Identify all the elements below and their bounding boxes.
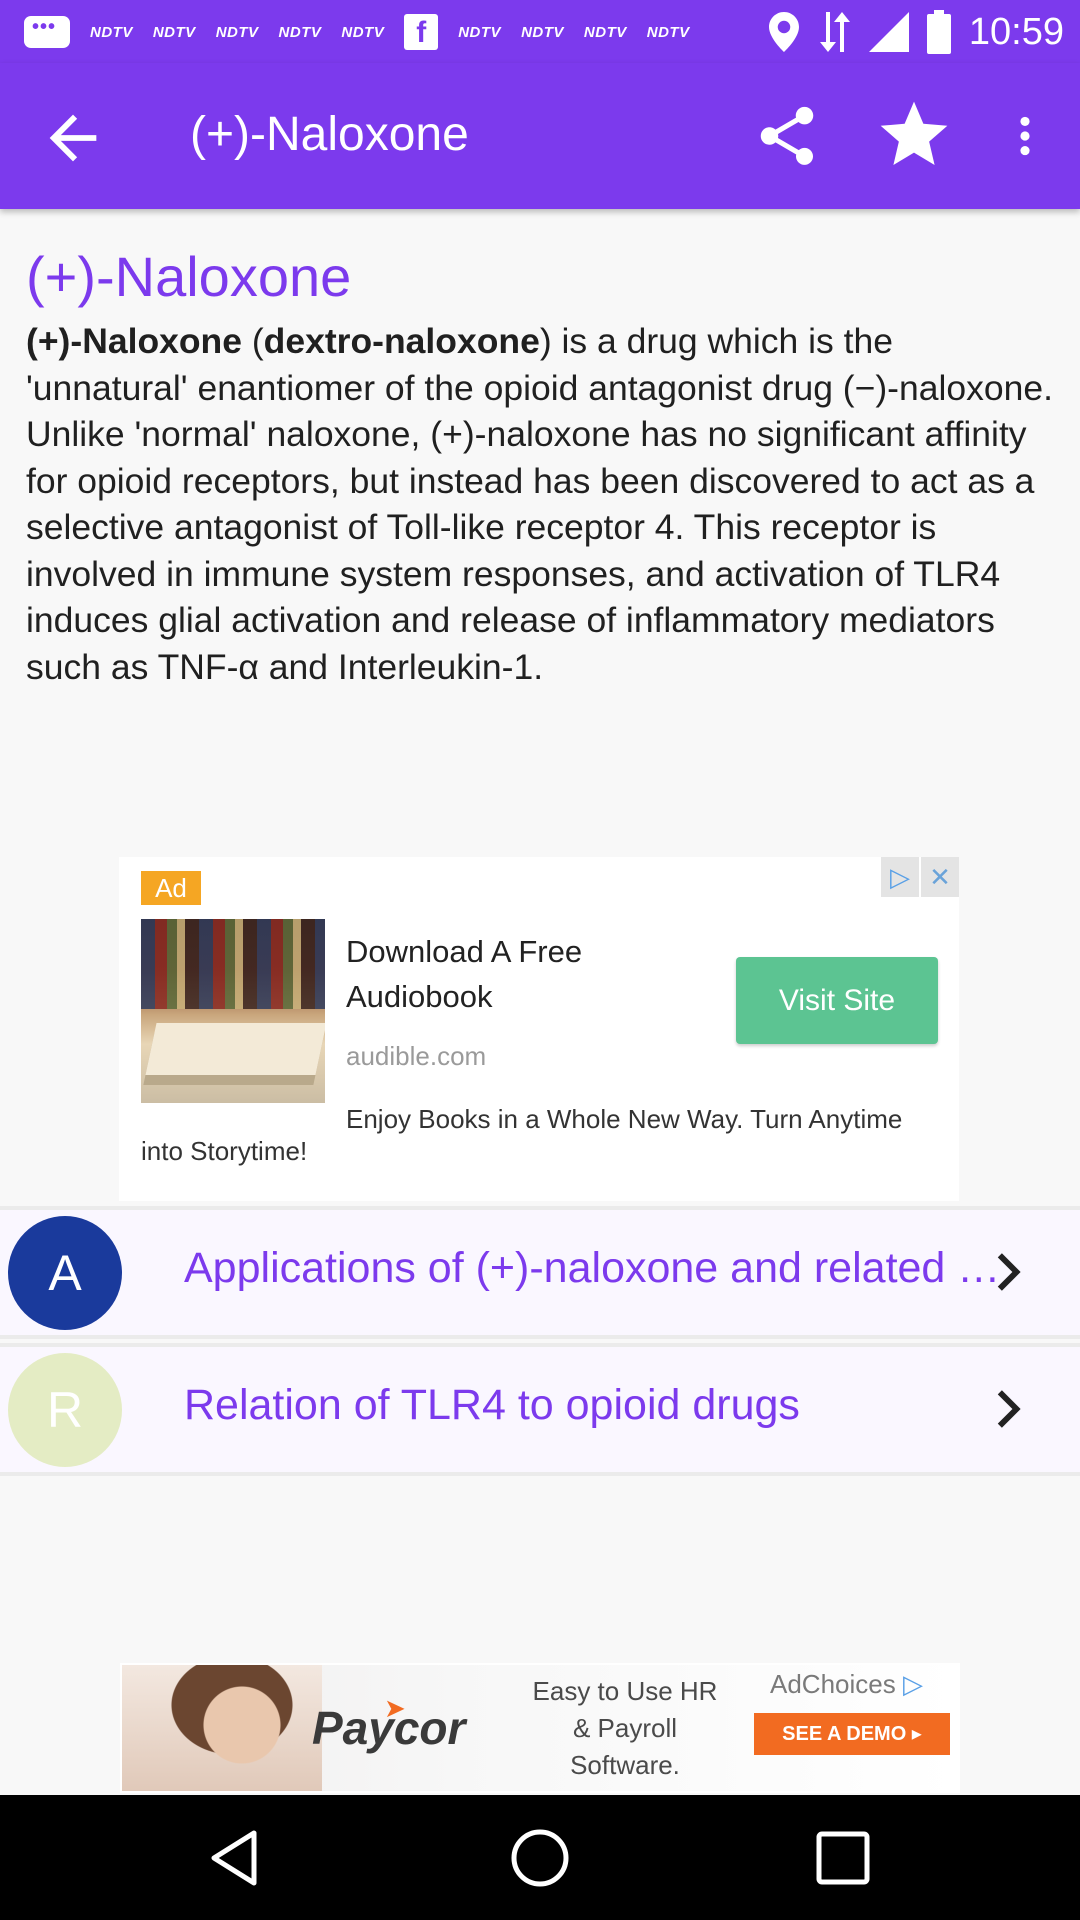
avatar: A bbox=[8, 1216, 122, 1330]
page-title: (+)-Naloxone bbox=[190, 108, 469, 161]
banner-person-image bbox=[122, 1665, 322, 1791]
article-text: ) is a drug which is the 'unnatural' ena… bbox=[26, 321, 1053, 687]
close-ad-icon[interactable]: ✕ bbox=[921, 857, 959, 897]
see-demo-button[interactable]: SEE A DEMO ▸ bbox=[754, 1713, 950, 1755]
list-item-relation[interactable]: R Relation of TLR4 to opioid drugs bbox=[0, 1343, 1080, 1476]
notification-icons: NDTV NDTV NDTV NDTV NDTV f NDTV NDTV NDT… bbox=[24, 10, 690, 54]
adchoices-icon[interactable]: ▷ bbox=[903, 1669, 923, 1699]
signal-icon bbox=[868, 12, 909, 52]
banner-ad[interactable]: Paycor ➤ Easy to Use HR & Payroll Softwa… bbox=[120, 1663, 960, 1793]
list-item-label: Applications of (+)-naloxone and related… bbox=[184, 1244, 1004, 1292]
ndtv-notification-icon: NDTV bbox=[278, 23, 322, 41]
banner-adchoices[interactable]: AdChoices ▷ bbox=[770, 1669, 923, 1700]
data-icon bbox=[819, 12, 850, 52]
share-icon[interactable] bbox=[752, 101, 822, 171]
ndtv-notification-icon: NDTV bbox=[341, 23, 385, 41]
ad-description: Enjoy Books in a Whole New Way. Turn Any… bbox=[141, 1104, 903, 1166]
location-icon bbox=[768, 12, 799, 52]
clock: 10:59 bbox=[968, 10, 1064, 53]
ndtv-notification-icon: NDTV bbox=[215, 23, 259, 41]
back-triangle-icon[interactable] bbox=[204, 1825, 270, 1891]
system-nav-bar bbox=[0, 1795, 1080, 1920]
ad-badge: Ad bbox=[141, 871, 201, 905]
article-alias: dextro-naloxone bbox=[263, 321, 540, 361]
list-item-applications[interactable]: A Applications of (+)-naloxone and relat… bbox=[0, 1206, 1080, 1339]
article-body: (+)-Naloxone (dextro-naloxone) is a drug… bbox=[26, 321, 1053, 687]
ad-choices[interactable]: ▷ ✕ bbox=[881, 857, 959, 897]
ad-domain: audible.com bbox=[346, 1041, 487, 1071]
ndtv-notification-icon: NDTV bbox=[90, 23, 133, 41]
back-arrow-icon[interactable] bbox=[38, 103, 108, 173]
ndtv-notification-icon: NDTV bbox=[458, 23, 502, 41]
system-icons: 10:59 bbox=[768, 8, 1064, 56]
ndtv-notification-icon: NDTV bbox=[583, 23, 627, 41]
article-heading: (+)-Naloxone bbox=[26, 245, 352, 308]
native-ad[interactable]: Ad ▷ ✕ Download A Free Audiobook audible… bbox=[119, 857, 959, 1201]
recents-square-icon[interactable] bbox=[810, 1825, 876, 1891]
visit-site-button[interactable]: Visit Site bbox=[736, 957, 938, 1044]
list-item-label: Relation of TLR4 to opioid drugs bbox=[184, 1381, 800, 1429]
ndtv-notification-icon: NDTV bbox=[152, 23, 196, 41]
facebook-icon: f bbox=[404, 14, 439, 50]
star-icon[interactable] bbox=[874, 95, 954, 175]
adchoices-icon[interactable]: ▷ bbox=[881, 857, 919, 897]
ad-image[interactable] bbox=[141, 919, 325, 1103]
status-bar: NDTV NDTV NDTV NDTV NDTV f NDTV NDTV NDT… bbox=[0, 0, 1080, 63]
battery-icon bbox=[926, 10, 951, 54]
article-term: (+)-Naloxone bbox=[26, 321, 242, 361]
avatar: R bbox=[8, 1353, 122, 1467]
more-vert-icon[interactable] bbox=[1000, 101, 1050, 171]
brand-chevron-icon: ➤ bbox=[384, 1693, 406, 1723]
banner-copy: Easy to Use HR & Payroll Software. bbox=[532, 1676, 718, 1780]
app-bar: (+)-Naloxone bbox=[0, 63, 1080, 209]
chevron-right-icon bbox=[997, 1253, 1021, 1291]
ad-title[interactable]: Download A Free Audiobook bbox=[346, 929, 636, 1019]
home-circle-icon[interactable] bbox=[507, 1825, 573, 1891]
ndtv-notification-icon: NDTV bbox=[646, 23, 690, 41]
ndtv-notification-icon: NDTV bbox=[521, 23, 564, 41]
chevron-right-icon bbox=[997, 1390, 1021, 1428]
message-icon bbox=[24, 16, 70, 48]
